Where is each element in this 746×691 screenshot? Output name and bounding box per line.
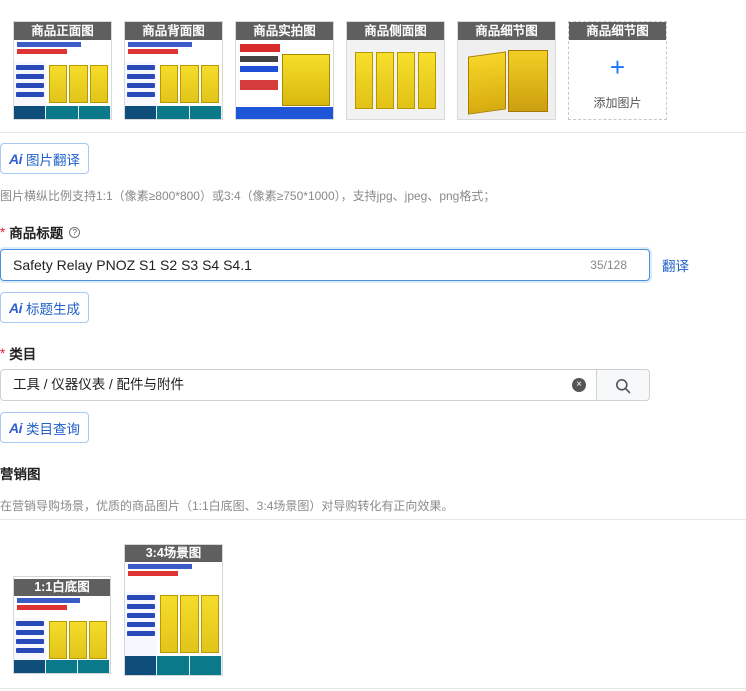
image-caption: 商品实拍图 — [236, 22, 333, 40]
clear-icon[interactable]: × — [572, 378, 586, 392]
image-hint: 图片横纵比例支持1:1（像素≥800*800）或3:4（像素≥750*1000）… — [0, 189, 496, 203]
category-input[interactable]: 工具 / 仪器仪表 / 配件与附件 × — [0, 369, 597, 401]
image-caption: 1:1白底图 — [14, 579, 110, 596]
category-query-button[interactable]: Ai 类目查询 — [0, 412, 89, 443]
title-input-value: Safety Relay PNOZ S1 S2 S3 S4 S4.1 — [13, 257, 252, 273]
add-image-label: 添加图片 — [593, 96, 642, 110]
category-label-text: 类目 — [9, 347, 37, 362]
image-slot-real[interactable]: 商品实拍图 — [235, 21, 334, 120]
title-input[interactable]: Safety Relay PNOZ S1 S2 S3 S4 S4.1 35/12… — [0, 249, 650, 281]
category-value: 工具 / 仪器仪表 / 配件与附件 — [13, 377, 185, 392]
marketing-image-square[interactable]: 1:1白底图 — [13, 576, 111, 674]
category-label: * 类目 — [0, 343, 36, 363]
image-slot-side[interactable]: 商品侧面图 — [346, 21, 445, 120]
marketing-hint: 在营销导购场景，优质的商品图片（1:1白底图、3:4场景图）对导购转化有正向效果… — [0, 499, 454, 513]
divider — [0, 519, 746, 520]
title-label: * 商品标题 ? — [0, 222, 81, 242]
title-translate-link[interactable]: 翻译 — [662, 255, 689, 275]
image-caption: 商品细节图 — [569, 22, 666, 40]
main-image-row: 商品正面图 商品背面图 商品实拍图 商品侧面图 商品细节图 商品细节图 + 添加… — [13, 21, 667, 120]
ai-icon: Ai — [9, 419, 23, 436]
product-image — [458, 40, 555, 119]
category-query-label: 类目查询 — [26, 421, 80, 437]
divider — [0, 688, 746, 689]
help-icon[interactable]: ? — [69, 226, 81, 238]
title-generate-button[interactable]: Ai 标题生成 — [0, 292, 89, 323]
ai-icon: Ai — [9, 299, 23, 316]
marketing-label: 营销图 — [0, 463, 41, 483]
plus-icon: + — [609, 52, 626, 82]
title-char-counter: 35/128 — [590, 258, 627, 272]
product-image — [125, 562, 222, 675]
title-label-text: 商品标题 — [9, 226, 64, 241]
image-caption: 商品细节图 — [458, 22, 555, 40]
image-slot-detail[interactable]: 商品细节图 — [457, 21, 556, 120]
marketing-label-text: 营销图 — [0, 467, 41, 482]
product-image — [347, 40, 444, 119]
product-image — [14, 40, 111, 119]
product-image — [236, 40, 333, 119]
title-generate-label: 标题生成 — [26, 301, 80, 317]
image-caption: 商品正面图 — [14, 22, 111, 40]
image-slot-front[interactable]: 商品正面图 — [13, 21, 112, 120]
image-caption: 3:4场景图 — [125, 545, 222, 562]
image-caption: 商品侧面图 — [347, 22, 444, 40]
search-icon — [616, 379, 631, 394]
image-translate-label: 图片翻译 — [26, 152, 80, 168]
image-caption: 商品背面图 — [125, 22, 222, 40]
required-mark: * — [0, 224, 6, 240]
category-search-button[interactable] — [596, 369, 650, 401]
required-mark: * — [0, 345, 6, 361]
product-image — [125, 40, 222, 119]
marketing-image-scene[interactable]: 3:4场景图 — [124, 544, 223, 676]
ai-icon: Ai — [9, 150, 23, 167]
image-slot-back[interactable]: 商品背面图 — [124, 21, 223, 120]
image-translate-button[interactable]: Ai 图片翻译 — [0, 143, 89, 174]
product-image — [14, 596, 110, 673]
divider — [0, 132, 746, 133]
add-image-button[interactable]: 商品细节图 + 添加图片 — [568, 21, 667, 120]
